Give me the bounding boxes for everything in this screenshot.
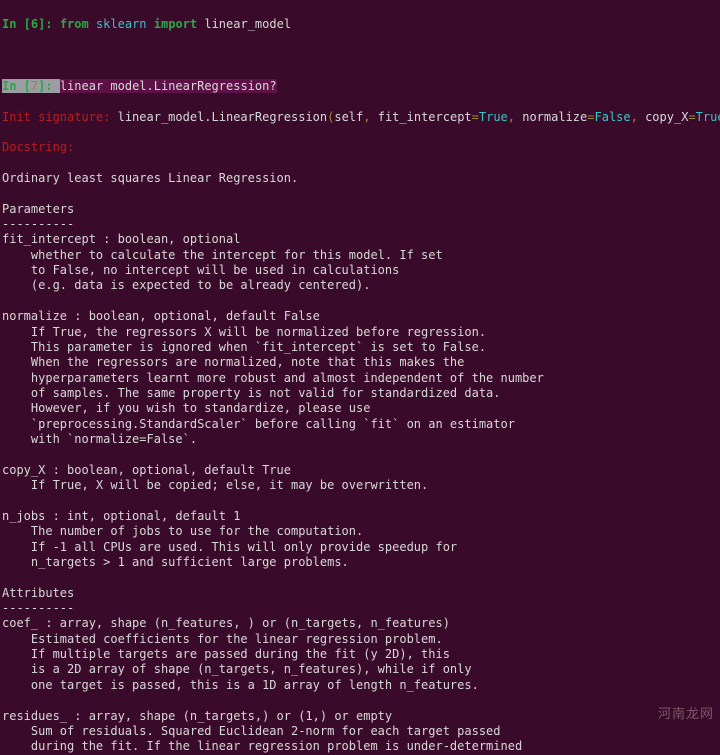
keyword-from: from	[60, 17, 89, 31]
input-cell-6: In [6]: from sklearn import linear_model	[2, 17, 718, 32]
input-code[interactable]: linear model.LinearRegression?	[60, 79, 277, 93]
docstring-label: Docstring:	[2, 140, 718, 155]
docstring-body: Ordinary least squares Linear Regression…	[2, 171, 718, 755]
prompt-selected: In [7]:	[2, 79, 60, 93]
signature-label: Init signature:	[2, 110, 110, 124]
blank-line	[2, 48, 718, 63]
terminal[interactable]: In [6]: from sklearn import linear_model…	[0, 0, 720, 755]
input-cell-7: In [7]: linear model.LinearRegression?	[2, 79, 718, 94]
prompt-label: In [6]:	[2, 17, 53, 31]
keyword-import: import	[154, 17, 197, 31]
import-name: linear_model	[204, 17, 291, 31]
module-name: sklearn	[96, 17, 147, 31]
init-signature: Init signature: linear_model.LinearRegre…	[2, 110, 718, 125]
